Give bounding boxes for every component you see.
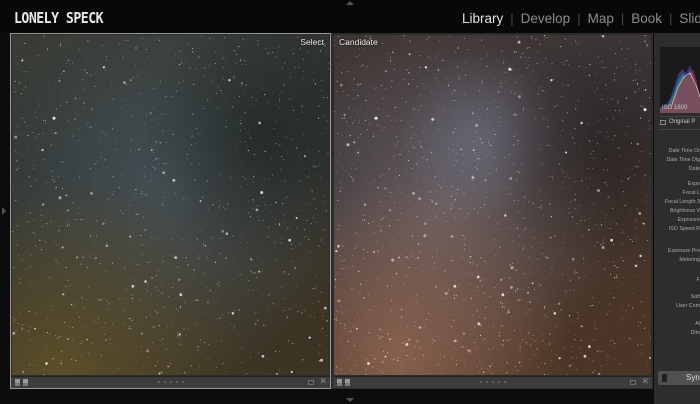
top-panel-toggle-arrow[interactable] <box>346 1 354 5</box>
metadata-label: Focal L <box>682 190 700 196</box>
select-label: Select <box>300 37 324 47</box>
metadata-label: Metering <box>679 257 700 263</box>
metadata-label: Focal Length 3 <box>664 199 700 205</box>
module-book[interactable]: Book <box>631 11 662 26</box>
top-bar: LONELY SPECK Library | Develop | Map | B… <box>0 0 700 33</box>
original-photo-row[interactable]: Original P <box>660 119 695 125</box>
reject-flag-icon[interactable] <box>345 379 350 386</box>
candidate-toolbar: ✕ <box>333 376 652 388</box>
close-icon[interactable]: ✕ <box>641 377 649 388</box>
original-photo-icon <box>660 119 666 125</box>
metadata-label: Expo <box>687 181 700 187</box>
right-panel: ISO 1600 Original P Date Time Or Date Ti… <box>654 33 700 404</box>
metadata-label: User Com <box>676 303 700 309</box>
rating-stars[interactable] <box>479 381 506 383</box>
metadata-label: Al <box>695 321 700 327</box>
original-photo-label: Original P <box>669 119 696 125</box>
candidate-label: Candidate <box>339 37 378 47</box>
histogram-iso: ISO 1600 <box>662 105 688 111</box>
sync-toggle-icon[interactable] <box>662 374 667 382</box>
module-slideshow[interactable]: Slidesh <box>679 11 700 26</box>
select-photo[interactable] <box>12 35 329 375</box>
color-label-icon[interactable] <box>630 380 636 385</box>
rating-stars[interactable] <box>157 381 184 383</box>
candidate-pane[interactable]: Candidate ✕ <box>332 33 653 389</box>
metadata-label: Date Time Or <box>668 148 700 154</box>
sync-metadata-button[interactable]: Syn <box>658 371 700 385</box>
module-develop[interactable]: Develop <box>521 11 571 26</box>
filmstrip-toggle-arrow[interactable] <box>346 398 354 402</box>
metadata-label: Exposure <box>677 217 700 223</box>
metadata-label: Date Time Dig <box>666 157 700 163</box>
select-pane[interactable]: Select ✕ <box>10 33 331 389</box>
select-toolbar: ✕ <box>11 376 330 388</box>
metadata-label: Exposure Pro <box>667 248 700 254</box>
left-panel-toggle-arrow[interactable] <box>2 207 6 215</box>
metadata-label: Date <box>688 166 700 172</box>
close-icon[interactable]: ✕ <box>319 377 327 388</box>
candidate-photo[interactable] <box>334 35 651 375</box>
module-picker: Library | Develop | Map | Book | Slidesh <box>462 11 700 26</box>
module-library[interactable]: Library <box>462 11 503 26</box>
metadata-label: Dim <box>690 330 700 336</box>
reject-flag-icon[interactable] <box>23 379 28 386</box>
identity-plate: LONELY SPECK <box>14 9 104 27</box>
metadata-label: ISO Speed R <box>668 226 700 232</box>
color-label-icon[interactable] <box>308 380 314 385</box>
metadata-label: Brightness V <box>669 208 700 214</box>
module-map[interactable]: Map <box>588 11 614 26</box>
compare-view: Select ✕ Candidate ✕ <box>10 33 653 389</box>
metadata-label: Soft <box>690 294 700 300</box>
histogram[interactable] <box>660 47 700 113</box>
sync-label: Syn <box>686 373 700 382</box>
pick-flag-icon[interactable] <box>337 379 342 386</box>
pick-flag-icon[interactable] <box>15 379 20 386</box>
